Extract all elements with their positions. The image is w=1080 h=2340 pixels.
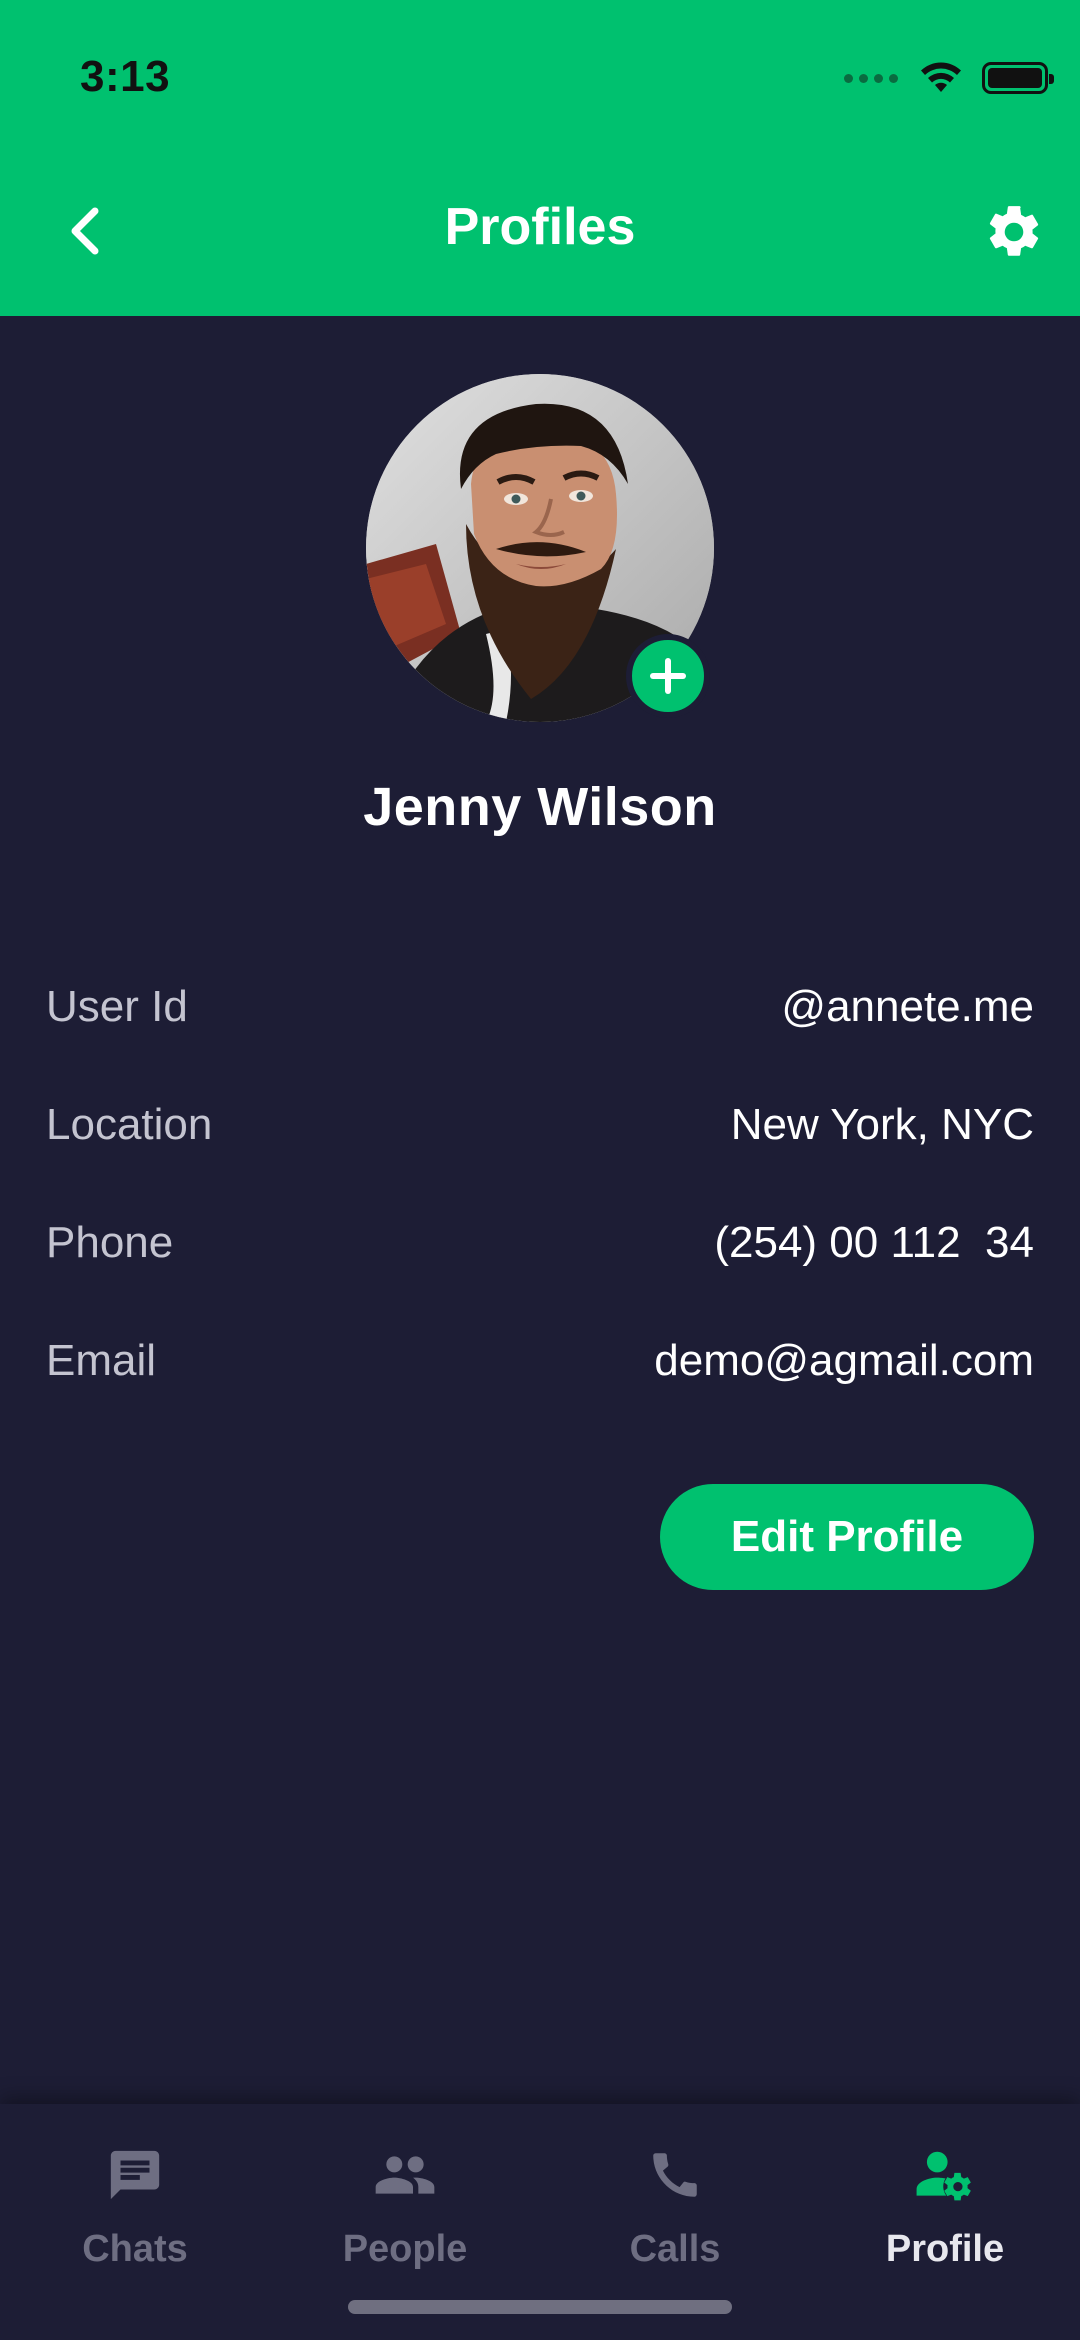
avatar-container [366,374,714,722]
phone-value: (254) 00 112 34 [714,1218,1034,1267]
info-row-user-id: User Id @annete.me [46,948,1034,1066]
user-id-value: @annete.me [781,982,1034,1031]
profile-info-list: User Id @annete.me Location New York, NY… [46,948,1034,1420]
settings-button[interactable] [978,196,1050,268]
nav-item-profile[interactable]: Profile [810,2140,1080,2290]
plus-icon [650,658,686,694]
location-label: Location [46,1100,213,1149]
app-header: 3:13 Profiles [0,0,1080,316]
nav-item-people[interactable]: People [270,2140,540,2290]
edit-profile-button[interactable]: Edit Profile [660,1484,1034,1590]
chat-icon [110,2150,160,2200]
profile-name: Jenny Wilson [363,777,717,837]
email-value: demo@agmail.com [654,1336,1034,1385]
wifi-icon [921,62,961,92]
profile-settings-icon [916,2151,971,2201]
location-value: New York, NYC [730,1100,1034,1149]
info-row-email: Email demo@agmail.com [46,1302,1034,1420]
nav-label-calls: Calls [629,2228,721,2270]
page-title: Profiles [444,198,636,256]
gear-icon [989,206,1039,256]
nav-label-people: People [342,2228,468,2270]
nav-label-profile: Profile [885,2228,1005,2270]
battery-icon [982,62,1054,94]
nav-label-chats: Chats [82,2228,188,2270]
info-row-phone: Phone (254) 00 112 34 [46,1184,1034,1302]
email-label: Email [46,1336,157,1385]
phone-icon [653,2153,697,2197]
status-time: 3:13 [80,52,171,101]
home-indicator [348,2300,732,2314]
nav-item-calls[interactable]: Calls [540,2140,810,2290]
cellular-signal-icon [844,73,898,83]
phone-label: Phone [46,1218,174,1267]
people-icon [375,2156,435,2194]
user-id-label: User Id [46,982,188,1031]
add-photo-button[interactable] [626,634,710,718]
nav-item-chats[interactable]: Chats [0,2140,270,2290]
info-row-location: Location New York, NYC [46,1066,1034,1184]
status-icons [844,58,1054,98]
